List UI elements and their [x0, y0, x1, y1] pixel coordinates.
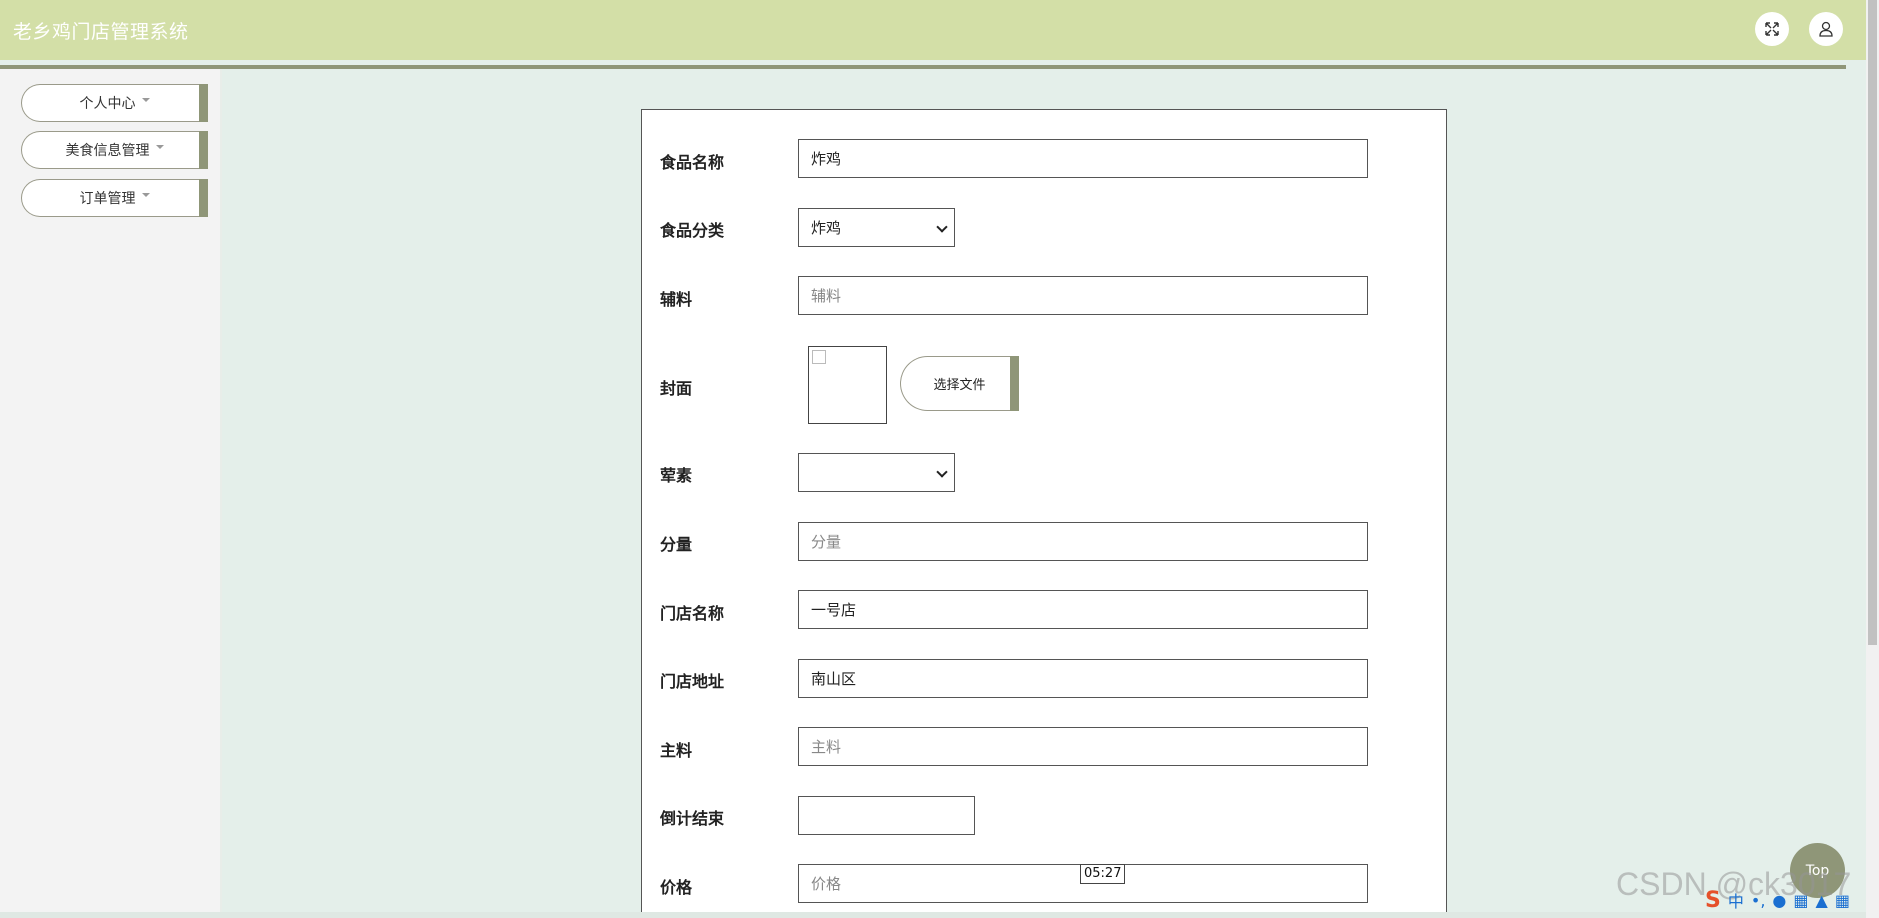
app-title: 老乡鸡门店管理系统	[13, 21, 189, 43]
bottom-strip	[0, 912, 1866, 918]
fullscreen-button[interactable]	[1755, 12, 1789, 46]
broken-image-icon	[812, 350, 826, 364]
sidebar-item-personal-center[interactable]: 个人中心	[21, 84, 208, 122]
sogou-logo-icon: S	[1705, 887, 1721, 913]
caret-down-icon	[141, 193, 150, 197]
countdown-timer-tooltip: 05:27	[1080, 864, 1126, 884]
store-address-input[interactable]	[798, 659, 1368, 698]
meat-veg-select[interactable]	[798, 453, 955, 492]
page-scrollbar[interactable]	[1866, 0, 1879, 918]
countdown-end-input[interactable]	[798, 796, 975, 835]
cover-label: 封面	[660, 379, 693, 398]
sidebar: 个人中心 美食信息管理 订单管理	[0, 69, 222, 918]
choose-file-label: 选择文件	[933, 378, 986, 393]
skin-icon[interactable]: ▲	[1816, 891, 1828, 910]
meat-veg-label: 荤素	[660, 466, 693, 485]
sidebar-item-label: 订单管理	[79, 191, 136, 207]
food-name-input[interactable]	[798, 139, 1368, 178]
countdown-end-label: 倒计结束	[660, 809, 725, 828]
scrollbar-thumb[interactable]	[1868, 0, 1877, 645]
main-ingredient-input[interactable]	[798, 727, 1368, 766]
sidebar-item-label: 美食信息管理	[65, 143, 150, 159]
ingredients-input[interactable]	[798, 276, 1368, 315]
punctuation-icon[interactable]: •,	[1751, 891, 1766, 910]
ingredients-label: 辅料	[660, 290, 693, 309]
user-button[interactable]	[1809, 12, 1843, 46]
cover-image-preview	[808, 346, 887, 424]
ime-mode-icon[interactable]: 中	[1728, 888, 1744, 912]
microphone-icon[interactable]: ●	[1772, 891, 1786, 910]
keyboard-icon[interactable]: ▦	[1793, 891, 1808, 910]
caret-down-icon	[155, 145, 164, 149]
main-ingredient-label: 主料	[660, 741, 693, 760]
store-name-input[interactable]	[798, 590, 1368, 629]
food-name-label: 食品名称	[660, 153, 725, 172]
caret-down-icon	[141, 98, 150, 102]
chevron-down-icon	[936, 466, 948, 478]
sidebar-item-order-management[interactable]: 订单管理	[21, 179, 208, 217]
choose-file-button[interactable]: 选择文件	[900, 356, 1019, 411]
user-icon	[1819, 21, 1833, 37]
portion-input[interactable]	[798, 522, 1368, 561]
expand-arrows-icon	[1765, 22, 1779, 36]
food-category-label: 食品分类	[660, 221, 725, 240]
chevron-down-icon	[936, 221, 948, 233]
portion-label: 分量	[660, 535, 693, 554]
price-label: 价格	[660, 878, 693, 897]
sidebar-item-label: 个人中心	[79, 96, 136, 112]
food-form-panel	[641, 109, 1447, 918]
header-divider	[0, 65, 1846, 69]
food-category-value: 炸鸡	[811, 219, 842, 237]
food-category-select[interactable]: 炸鸡	[798, 208, 955, 247]
grid-icon[interactable]: ▦	[1835, 891, 1850, 910]
ime-toolbar: S 中 •, ● ▦ ▲ ▦	[1705, 887, 1875, 913]
store-name-label: 门店名称	[660, 604, 725, 623]
sidebar-item-food-management[interactable]: 美食信息管理	[21, 131, 208, 169]
top-header: 老乡鸡门店管理系统	[0, 0, 1866, 60]
store-address-label: 门店地址	[660, 672, 725, 691]
